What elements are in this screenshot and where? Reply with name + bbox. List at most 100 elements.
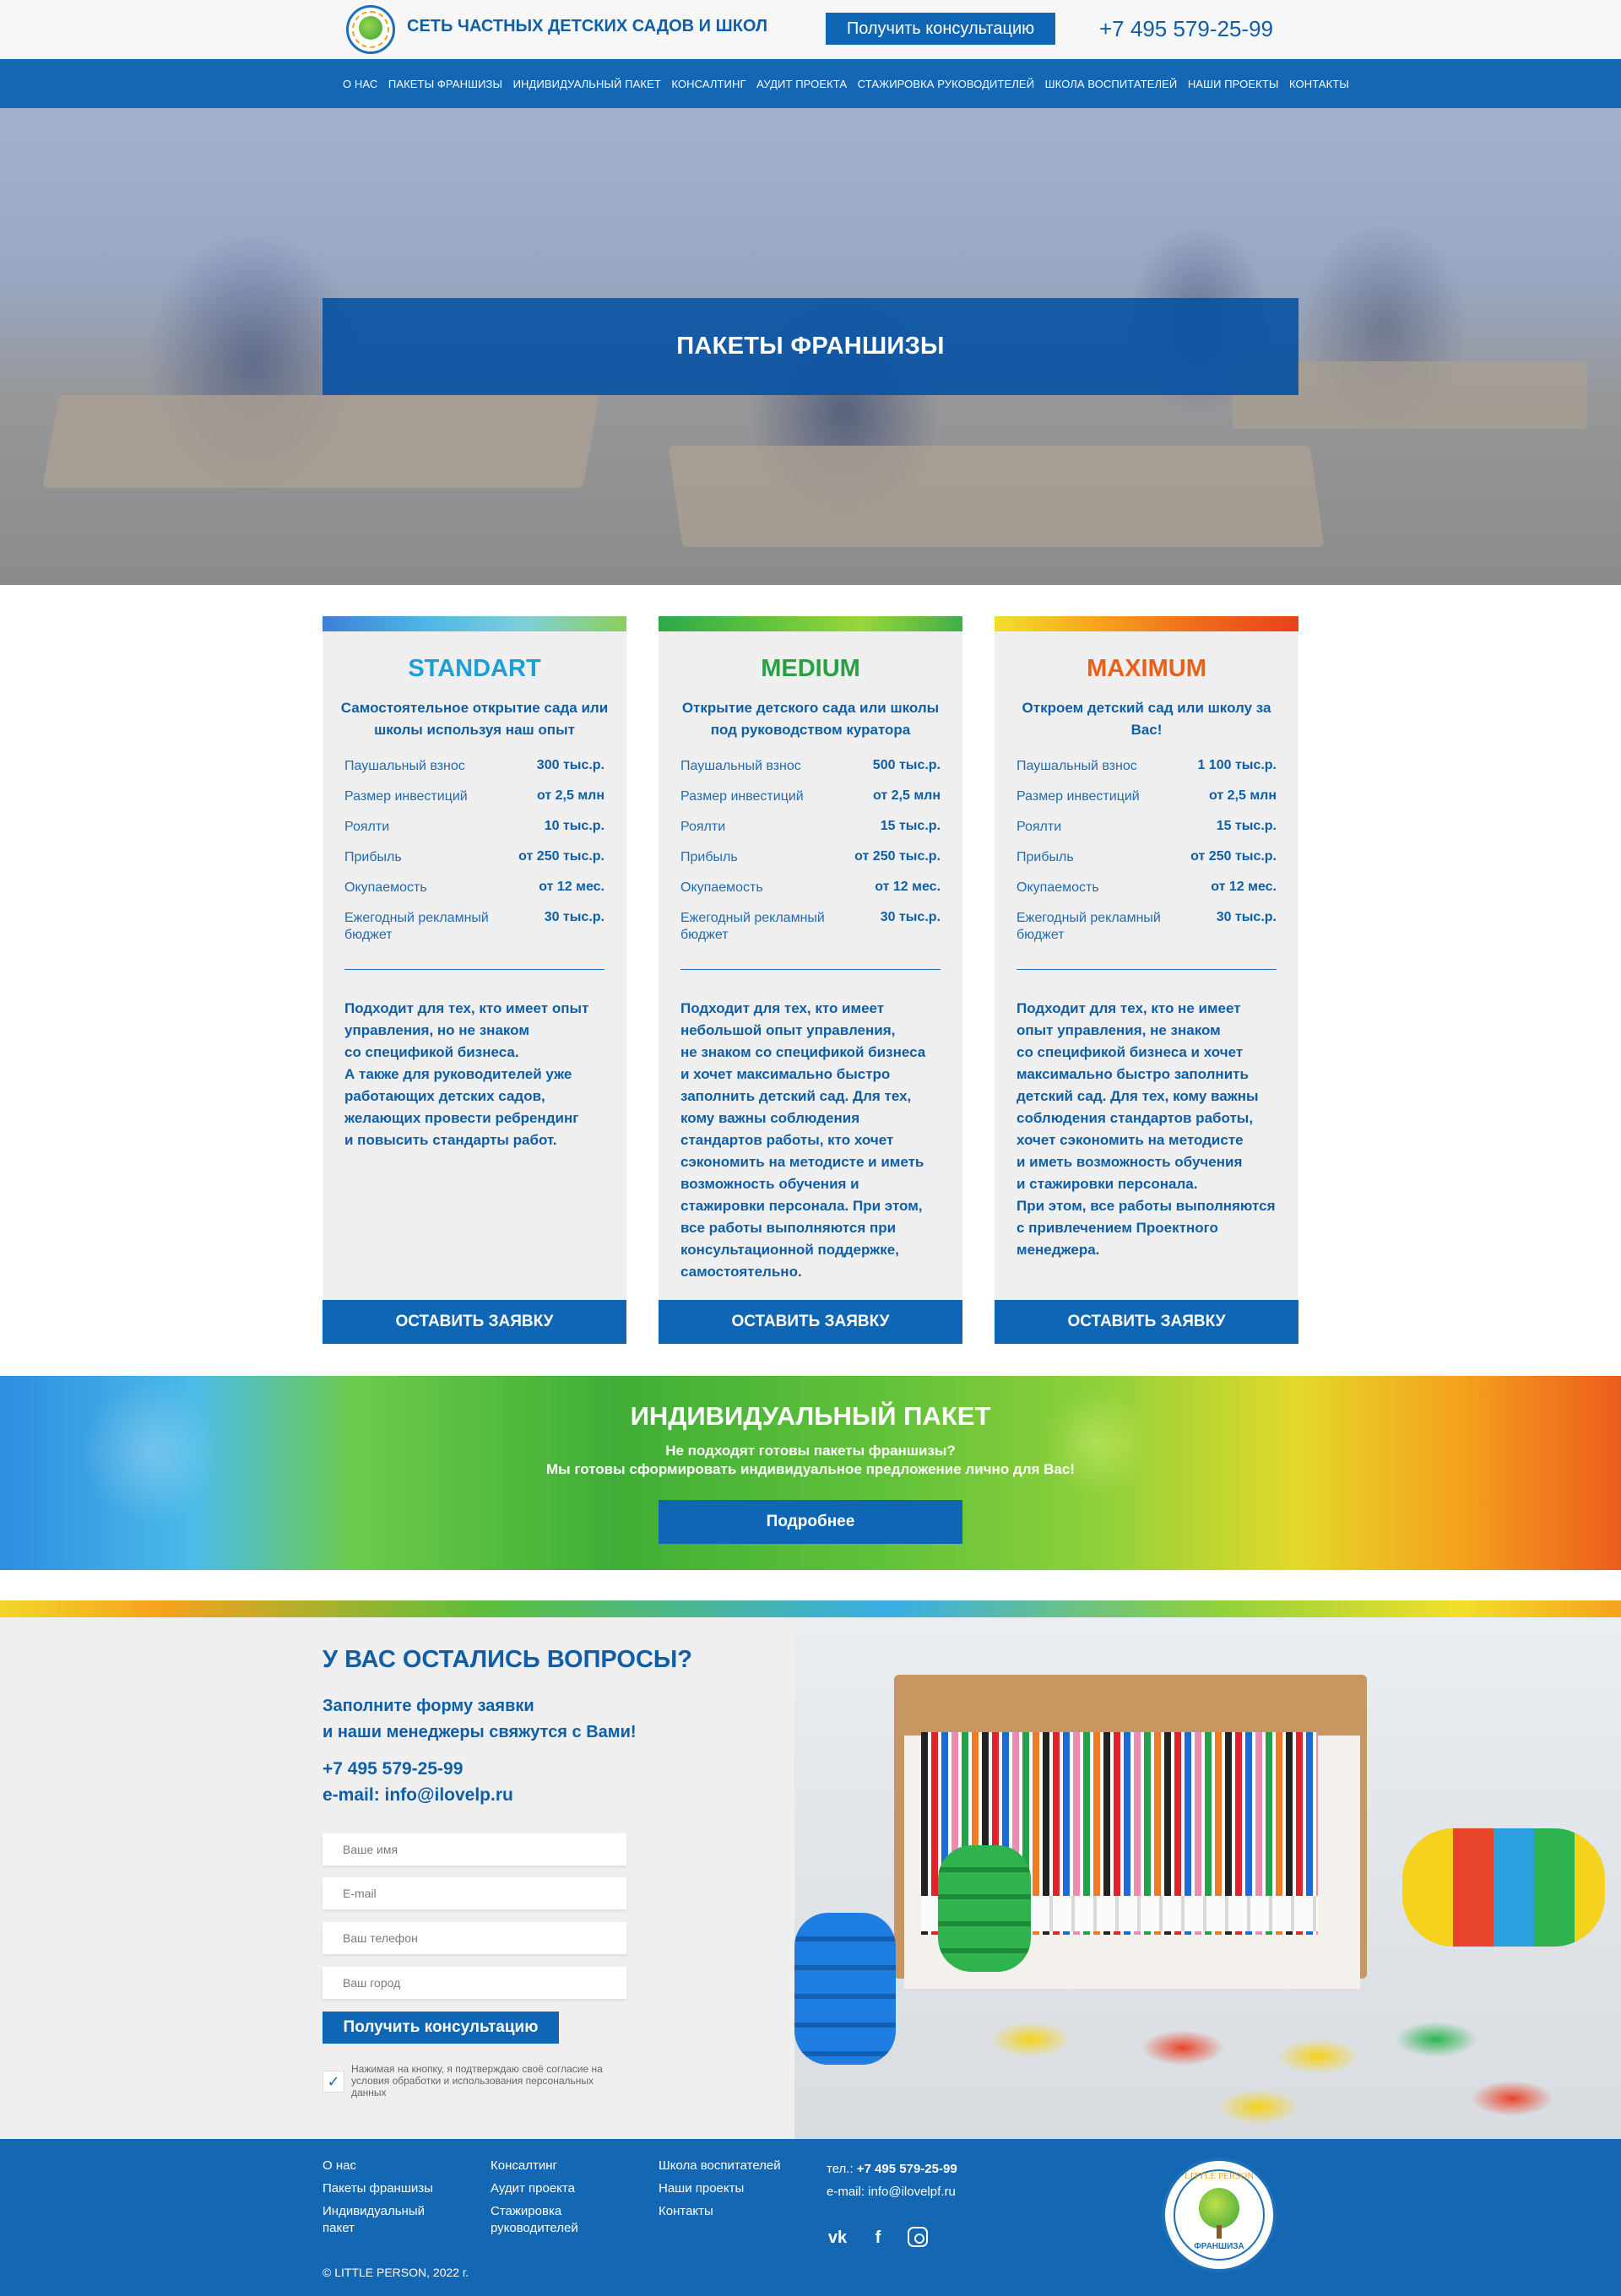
footer-column-1: О нас Пакеты франшизы Индивидуальный пак… [323, 2158, 458, 2243]
param-value: 1 100 тыс.р. [1197, 758, 1277, 772]
vk-icon[interactable]: vk [827, 2227, 848, 2249]
page-title: ПАКЕТЫ ФРАНШИЗЫ [676, 333, 945, 360]
param-row: Прибыль от 250 тыс.р. [344, 849, 604, 880]
questions-sub-line-2: и наши менеджеры свяжутся с Вами! [323, 1723, 637, 1741]
param-row: Окупаемость от 12 мес. [680, 880, 941, 910]
param-label: Ежегодный рекламный бюджет [680, 911, 825, 942]
submit-request-button[interactable]: ОСТАВИТЬ ЗАЯВКУ [323, 1300, 626, 1344]
more-button[interactable]: Подробнее [659, 1500, 962, 1544]
param-label: Размер инвестиций [344, 789, 468, 804]
footer-link-our-projects[interactable]: Наши проекты [659, 2180, 810, 2197]
footer-link-about[interactable]: О нас [323, 2158, 458, 2174]
card-color-stripe [995, 616, 1298, 631]
questions-title: У ВАС ОСТАЛИСЬ ВОПРОСЫ? [323, 1646, 693, 1673]
footer-link-audit[interactable]: Аудит проекта [491, 2180, 626, 2197]
package-subtitle: Откроем детский сад или школу за Вас! [1022, 700, 1271, 738]
photo-color-roller [1402, 1828, 1605, 1947]
param-value: 30 тыс.р. [544, 910, 604, 924]
facebook-icon[interactable]: f [867, 2227, 889, 2249]
footer-phone[interactable]: +7 495 579-25-99 [857, 2162, 957, 2176]
check-icon: ✓ [327, 2073, 340, 2090]
param-value: 30 тыс.р. [1216, 910, 1277, 924]
package-subtitle: Самостоятельное открытие сада или школы … [340, 700, 609, 738]
param-row: Роялти 10 тыс.р. [344, 819, 604, 849]
card-divider [1017, 969, 1277, 970]
nav-menu: О НАС ПАКЕТЫ ФРАНШИЗЫ ИНДИВИДУАЛЬНЫЙ ПАК… [343, 59, 1359, 108]
nav-item-our-projects[interactable]: НАШИ ПРОЕКТЫ [1188, 78, 1279, 90]
hero-section: ПАКЕТЫ ФРАНШИЗЫ [0, 108, 1621, 585]
individual-line-1: Не подходят готовы пакеты франшизы? [665, 1443, 956, 1459]
footer-link-franchise-packages[interactable]: Пакеты франшизы [323, 2180, 458, 2197]
param-value: 10 тыс.р. [544, 819, 604, 833]
param-row: Ежегодный рекламный бюджет 30 тыс.р. [1017, 910, 1277, 957]
consent-text: Нажимая на кнопку, я подтверждаю своё со… [351, 2063, 603, 2098]
tree-icon [359, 16, 382, 40]
param-value: 15 тыс.р. [880, 819, 941, 833]
nav-item-management-internship[interactable]: СТАЖИРОВКА РУКОВОДИТЕЛЕЙ [858, 78, 1034, 90]
questions-sub-line-1: Заполните форму заявки [323, 1697, 534, 1715]
param-row: Окупаемость от 12 мес. [344, 880, 604, 910]
nav-item-franchise-packages[interactable]: ПАКЕТЫ ФРАНШИЗЫ [388, 78, 502, 90]
footer-phone-line: тел.: +7 495 579-25-99 [827, 2158, 957, 2180]
nav-item-consulting[interactable]: КОНСАЛТИНГ [671, 78, 745, 90]
name-input[interactable] [323, 1833, 626, 1866]
package-description: Подходит для тех, кто имеет небольшой оп… [680, 1000, 926, 1280]
footer-logo[interactable]: LITTLE PERSON ФРАНШИЗА [1162, 2158, 1277, 2272]
param-value: 30 тыс.р. [880, 910, 941, 924]
photo-blue-stack [794, 1913, 896, 2065]
consultation-button[interactable]: Получить консультацию [826, 13, 1055, 45]
nav-item-contacts[interactable]: КОНТАКТЫ [1289, 78, 1349, 90]
questions-phone[interactable]: +7 495 579-25-99 [323, 1759, 463, 1779]
nav-item-individual-package[interactable]: ИНДИВИДУАЛЬНЫЙ ПАКЕТ [513, 78, 661, 90]
phone-input[interactable] [323, 1922, 626, 1954]
submit-request-button[interactable]: ОСТАВИТЬ ЗАЯВКУ [995, 1300, 1298, 1344]
package-card-maximum: MAXIMUM Откроем детский сад или школу за … [995, 616, 1298, 1344]
get-consultation-button[interactable]: Получить консультацию [323, 2012, 559, 2044]
param-label: Прибыль [1017, 850, 1074, 864]
photo-green-stack [938, 1845, 1031, 1972]
footer-link-educators-school[interactable]: Школа воспитателей [659, 2158, 810, 2174]
param-value: от 2,5 млн [536, 788, 604, 803]
footer-link-contacts[interactable]: Контакты [659, 2203, 810, 2220]
tree-trunk [1217, 2225, 1222, 2239]
param-label: Паушальный взнос [1017, 759, 1137, 773]
header-phone[interactable]: +7 495 579-25-99 [1099, 16, 1273, 42]
logo-franchise-text: ФРАНШИЗА [1194, 2242, 1244, 2251]
param-row: Роялти 15 тыс.р. [680, 819, 941, 849]
param-value: от 12 мес. [1211, 880, 1277, 894]
questions-email[interactable]: e-mail: info@ilovelp.ru [323, 1785, 513, 1806]
param-label: Роялти [344, 820, 390, 834]
instagram-icon[interactable] [908, 2227, 928, 2247]
param-row: Размер инвестиций от 2,5 млн [680, 788, 941, 819]
param-value: от 2,5 млн [872, 788, 941, 803]
top-header: СЕТЬ ЧАСТНЫХ ДЕТСКИХ САДОВ И ШКОЛ Получи… [0, 0, 1621, 59]
email-input[interactable] [323, 1877, 626, 1909]
main-nav: О НАС ПАКЕТЫ ФРАНШИЗЫ ИНДИВИДУАЛЬНЫЙ ПАК… [0, 59, 1621, 108]
package-description: Подходит для тех, кто не имеет опыт упра… [1017, 1000, 1276, 1258]
footer-link-individual-package[interactable]: Индивидуальный пакет [323, 2203, 458, 2237]
footer-column-3: Школа воспитателей Наши проекты Контакты [659, 2158, 810, 2226]
footer-contacts: тел.: +7 495 579-25-99 e-mail: info@ilov… [827, 2158, 957, 2203]
footer-link-consulting[interactable]: Консалтинг [491, 2158, 626, 2174]
submit-request-button[interactable]: ОСТАВИТЬ ЗАЯВКУ [659, 1300, 962, 1344]
param-label: Прибыль [680, 850, 738, 864]
nav-item-about[interactable]: О НАС [343, 78, 377, 90]
city-input[interactable] [323, 1967, 626, 1999]
param-label: Роялти [680, 820, 726, 834]
param-value: от 250 тыс.р. [854, 849, 941, 864]
footer-email[interactable]: e-mail: info@ilovelpf.ru [827, 2180, 957, 2203]
questions-subtitle: Заполните форму заявки и наши менеджеры … [323, 1693, 637, 1746]
individual-subtitle: Не подходят готовы пакеты франшизы? Мы г… [0, 1442, 1621, 1479]
consent-checkbox[interactable]: ✓ [323, 2071, 344, 2093]
param-label: Ежегодный рекламный бюджет [344, 911, 489, 942]
card-divider [344, 969, 604, 970]
param-label: Размер инвестиций [1017, 789, 1140, 804]
individual-package-section: ИНДИВИДУАЛЬНЫЙ ПАКЕТ Не подходят готовы … [0, 1376, 1621, 1570]
nav-item-educators-school[interactable]: ШКОЛА ВОСПИТАТЕЛЕЙ [1045, 78, 1178, 90]
footer-link-internship[interactable]: Стажировка руководителей [491, 2203, 626, 2237]
site-logo[interactable] [346, 5, 395, 54]
individual-line-2: Мы готовы сформировать индивидуальное пр… [545, 1461, 1076, 1477]
nav-item-project-audit[interactable]: АУДИТ ПРОЕКТА [756, 78, 847, 90]
package-card-medium: MEDIUM Открытие детского сада или школы п… [659, 616, 962, 1344]
param-label: Окупаемость [680, 880, 763, 895]
